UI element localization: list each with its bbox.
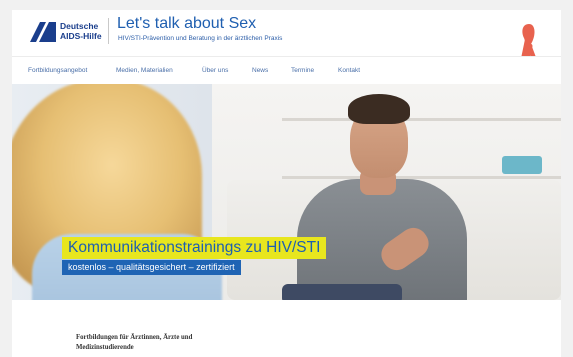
hero-subtitle: kostenlos – qualitätsgesichert – zertifi… (62, 260, 241, 275)
intro-line1: Fortbildungen für Ärztinnen, Ärzte und (76, 334, 193, 341)
logo-line1: Deutsche (60, 21, 99, 31)
dah-logo[interactable]: Deutsche AIDS-Hilfe (30, 19, 114, 45)
main-nav: Fortbildungsangebot Medien, Materialien … (12, 56, 561, 84)
intro-line2: Medizinstudierende (76, 344, 134, 351)
nav-item-fortbildungsangebot[interactable]: Fortbildungsangebot (28, 67, 87, 74)
site-header: Deutsche AIDS-Hilfe Let's talk about Sex… (12, 10, 561, 78)
nav-item-medien[interactable]: Medien, Materialien (116, 67, 173, 74)
plant-pot (502, 156, 542, 174)
site-title[interactable]: Let's talk about Sex (117, 15, 256, 33)
intro-text: Fortbildungen für Ärztinnen, Ärzte und M… (76, 333, 192, 353)
nav-item-kontakt[interactable]: Kontakt (338, 67, 360, 74)
header-divider (108, 18, 109, 44)
logo-line2: AIDS-Hilfe (60, 31, 102, 41)
man-hair (348, 94, 410, 124)
page: Deutsche AIDS-Hilfe Let's talk about Sex… (12, 10, 561, 357)
shelf-board (282, 118, 561, 121)
dah-logo-mark-icon (30, 22, 56, 42)
nav-item-news[interactable]: News (252, 67, 268, 74)
nav-item-termine[interactable]: Termine (291, 67, 314, 74)
nav-item-ueber-uns[interactable]: Über uns (202, 67, 228, 74)
man-jeans (282, 284, 402, 300)
shelf-board (282, 176, 561, 179)
hero-image: Kommunikationstrainings zu HIV/STI koste… (12, 84, 561, 300)
logo-wordmark: Deutsche AIDS-Hilfe (60, 21, 102, 41)
site-subtitle: HIV/STI-Prävention und Beratung in der ä… (118, 35, 283, 42)
hero-title[interactable]: Kommunikationstrainings zu HIV/STI (62, 237, 327, 259)
